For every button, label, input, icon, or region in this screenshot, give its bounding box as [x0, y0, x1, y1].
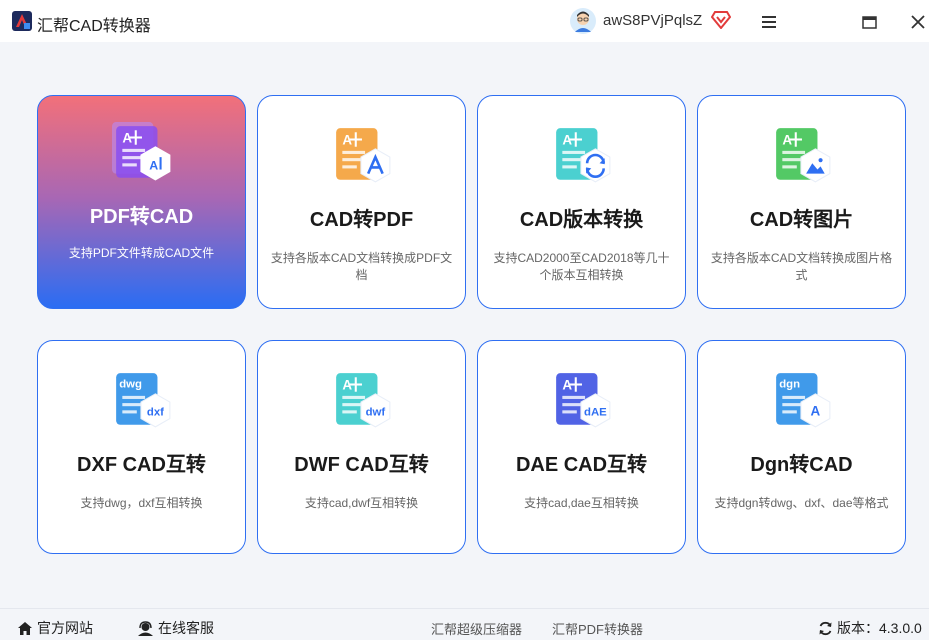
official-website-label: 官方网站: [37, 620, 93, 636]
card-title: Dgn转CAD: [750, 454, 853, 476]
pdf-converter-link[interactable]: 汇帮PDF转换器: [552, 619, 643, 638]
cad-version-convert-icon: A: [556, 128, 611, 183]
home-icon: [18, 621, 32, 635]
feature-card-dae-convert[interactable]: AdAE DAE CAD互转支持cad,dae互相转换: [477, 340, 686, 554]
maximize-button[interactable]: [855, 8, 883, 36]
version-info[interactable]: 版本：4.3.0.0: [818, 618, 922, 638]
pdf-to-cad-icon: AA: [112, 122, 171, 181]
svg-text:A: A: [149, 159, 158, 173]
svg-text:dAE: dAE: [584, 407, 607, 419]
vip-diamond-icon[interactable]: [711, 11, 731, 29]
card-description: 支持dwg，dxf互相转换: [80, 496, 203, 510]
card-title: DAE CAD互转: [515, 454, 648, 476]
card-title: DWF CAD互转: [294, 454, 429, 476]
avatar[interactable]: [570, 8, 596, 34]
customer-service-icon: [138, 620, 153, 636]
feature-card-pdf-to-cad[interactable]: A A PDF转CAD 支持PDF文件转成CAD文件: [37, 95, 246, 309]
dwf-convert-icon: Adwf: [336, 373, 391, 428]
card-description: 支持cad,dae互相转换: [524, 496, 639, 510]
footer: 官方网站 在线客服 汇帮超级压缩器 汇帮PDF转换器 版本：4.3.0.0: [0, 608, 929, 640]
official-website-link[interactable]: 官方网站: [17, 618, 93, 638]
svg-text:A: A: [811, 404, 821, 419]
compressor-link[interactable]: 汇帮超级压缩器: [431, 619, 522, 638]
close-button[interactable]: [904, 8, 929, 36]
hamburger-icon: [762, 16, 776, 28]
card-description: 支持各版本CAD文档转换成图片格式: [710, 251, 893, 282]
svg-text:dgn: dgn: [779, 379, 800, 391]
maximize-icon: [861, 15, 877, 29]
menu-button[interactable]: [755, 8, 783, 36]
cad-to-pdf-icon: A: [336, 128, 391, 183]
app-title: 汇帮CAD转换器: [37, 18, 151, 35]
card-title: CAD版本转换: [519, 209, 644, 231]
feature-card-dgn-to-cad[interactable]: dgn A Dgn转CAD 支持dgn转dwg、dxf、dae等格式: [697, 340, 906, 554]
card-description: 支持dgn转dwg、dxf、dae等格式: [714, 496, 889, 510]
card-description: 支持cad,dwf互相转换: [304, 496, 419, 510]
feature-card-cad-version-convert[interactable]: A CAD版本转换支持CAD2000至CAD2018等几十个版本互相转换: [477, 95, 686, 309]
feature-card-dxf-convert[interactable]: dwg dxf DXF CAD互转支持dwg，dxf互相转换: [37, 340, 246, 554]
app-logo-icon: [12, 11, 32, 31]
online-support-link[interactable]: 在线客服: [137, 618, 214, 638]
feature-card-cad-to-pdf[interactable]: A CAD转PDF 支持各版本CAD文档转换成PDF文档: [257, 95, 466, 309]
svg-text:dwg: dwg: [119, 379, 142, 391]
svg-text:dwf: dwf: [366, 407, 386, 419]
card-title: PDF转CAD: [89, 206, 194, 228]
refresh-icon: [819, 621, 832, 635]
feature-card-cad-to-image[interactable]: A CAD转图片支持各版本CAD文档转换成图片格式: [697, 95, 906, 309]
close-icon: [911, 15, 925, 29]
card-description: 支持PDF文件转成CAD文件: [68, 246, 215, 260]
card-title: CAD转PDF: [309, 209, 414, 231]
version-label: 版本：4.3.0.0: [837, 620, 922, 636]
cad-to-image-icon: A: [776, 128, 831, 183]
card-title: CAD转图片: [749, 209, 854, 231]
feature-card-dwf-convert[interactable]: Adwf DWF CAD互转支持cad,dwf互相转换: [257, 340, 466, 554]
dxf-convert-icon: dwg dxf: [116, 373, 171, 428]
title-bar: 汇帮CAD转换器 awS8PVjPqlsZ: [0, 0, 929, 42]
dgn-to-cad-icon: dgn A: [776, 373, 831, 428]
card-description: 支持CAD2000至CAD2018等几十个版本互相转换: [493, 251, 670, 282]
dae-convert-icon: AdAE: [556, 373, 611, 428]
card-description: 支持各版本CAD文档转换成PDF文档: [270, 251, 453, 282]
svg-text:dxf: dxf: [147, 407, 164, 419]
username[interactable]: awS8PVjPqlsZ: [603, 12, 702, 29]
online-support-label: 在线客服: [158, 620, 214, 636]
card-title: DXF CAD互转: [77, 454, 206, 476]
